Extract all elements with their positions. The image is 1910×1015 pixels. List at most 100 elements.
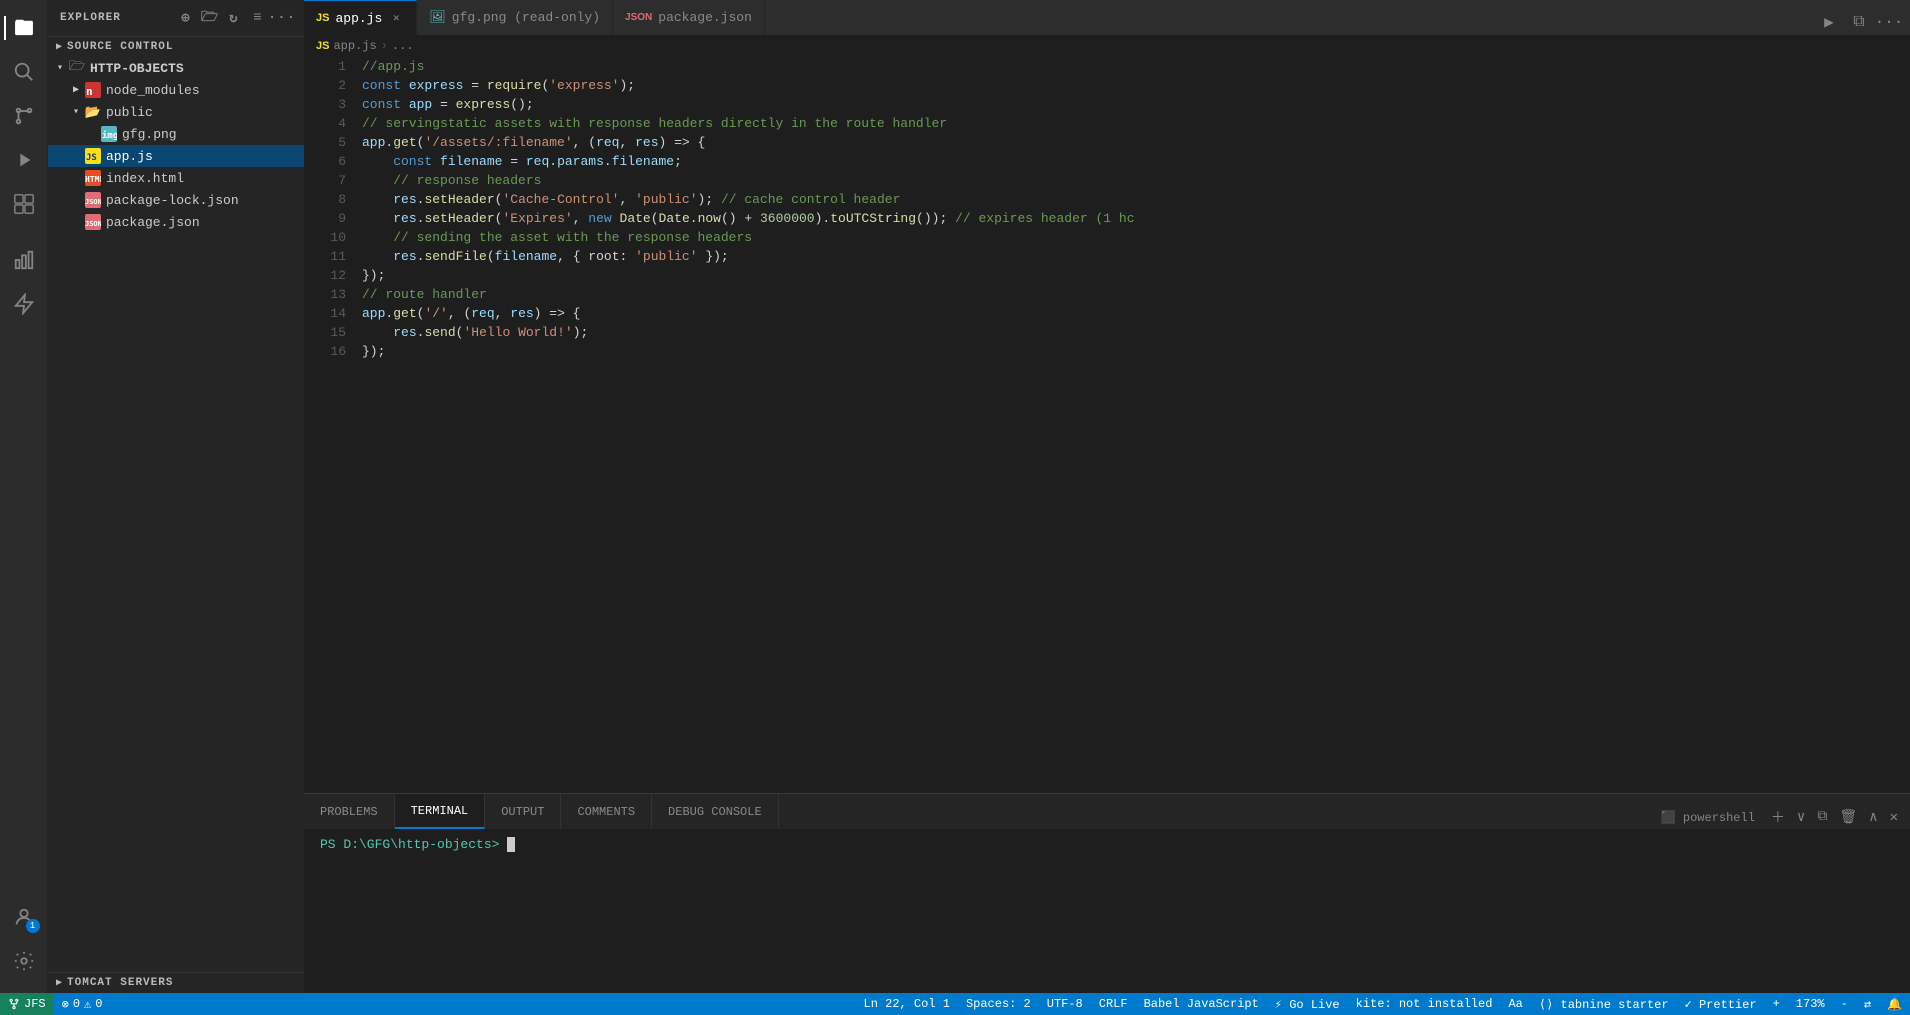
- line-num-1: 1: [304, 57, 346, 76]
- tree-arrow-node-modules: ▶: [68, 82, 84, 98]
- tree-item-index-html[interactable]: ▶ HTML index.html: [48, 167, 304, 189]
- add-terminal-btn[interactable]: ＋: [1767, 805, 1789, 829]
- kill-terminal-btn[interactable]: 🗑: [1835, 807, 1861, 828]
- code-line-4: // servingstatic assets with response he…: [362, 114, 1830, 133]
- tab-output[interactable]: OUTPUT: [485, 794, 561, 829]
- split-editor-button[interactable]: ⧉: [1846, 9, 1872, 35]
- status-position[interactable]: Ln 22, Col 1: [856, 993, 958, 1015]
- tab-label-app-js: app.js: [335, 11, 382, 26]
- status-bell[interactable]: 🔔: [1879, 993, 1910, 1015]
- status-minus[interactable]: -: [1833, 993, 1856, 1015]
- tomcat-header[interactable]: ▶ TOMCAT SERVERS: [48, 973, 304, 993]
- tab-comments[interactable]: COMMENTS: [561, 794, 652, 829]
- status-zoom[interactable]: 173%: [1788, 993, 1833, 1015]
- lightning-activity-icon[interactable]: [4, 284, 44, 324]
- editor-area: JS app.js ✕ 🖼 gfg.png (read-only) JSON p…: [304, 0, 1910, 993]
- search-activity-icon[interactable]: [4, 52, 44, 92]
- tree-label-node-modules: node_modules: [106, 83, 200, 98]
- tree-item-package-lock[interactable]: ▶ JSON package-lock.json: [48, 189, 304, 211]
- status-branch-name: JFS: [24, 997, 46, 1011]
- line-numbers: 12345678910111213141516: [304, 57, 354, 793]
- more-options-icon[interactable]: ···: [272, 8, 292, 28]
- tab-package-json[interactable]: JSON package.json: [613, 0, 765, 35]
- code-line-15: res.send('Hello World!');: [362, 323, 1830, 342]
- status-prettier[interactable]: ✓ Prettier: [1677, 993, 1765, 1015]
- svg-text:img: img: [102, 130, 117, 141]
- split-terminal-btn[interactable]: ⧉: [1813, 807, 1831, 827]
- run-activity-icon[interactable]: [4, 140, 44, 180]
- tree-item-node-modules[interactable]: ▶ n node_modules: [48, 79, 304, 101]
- tree-label-package-lock: package-lock.json: [106, 193, 239, 208]
- source-control-section: ▶ SOURCE CONTROL: [48, 36, 304, 57]
- run-button[interactable]: ▶: [1816, 9, 1842, 35]
- status-spaces[interactable]: Spaces: 2: [958, 993, 1039, 1015]
- tab-terminal[interactable]: TERMINAL: [395, 794, 486, 829]
- explorer-header: EXPLORER ⊕ 🗁 ↻ ≡ ···: [48, 0, 304, 36]
- code-line-12: });: [362, 266, 1830, 285]
- source-control-header[interactable]: ▶ SOURCE CONTROL: [48, 37, 304, 57]
- problems-label: PROBLEMS: [320, 805, 378, 819]
- code-content[interactable]: //app.jsconst express = require('express…: [354, 57, 1830, 793]
- tree-item-public[interactable]: ▾ 📂 public: [48, 101, 304, 123]
- tree-root-http-objects[interactable]: ▾ 🗁 HTTP-OBJECTS: [48, 57, 304, 79]
- charts-activity-icon[interactable]: [4, 240, 44, 280]
- line-num-12: 12: [304, 266, 346, 285]
- terminal-dropdown-btn[interactable]: ∨: [1793, 807, 1809, 828]
- status-line-ending[interactable]: CRLF: [1091, 993, 1136, 1015]
- terminal-cursor: [507, 837, 515, 852]
- code-line-3: const app = express();: [362, 95, 1830, 114]
- account-activity-icon[interactable]: 1: [4, 897, 44, 937]
- explorer-activity-icon[interactable]: [4, 8, 44, 48]
- line-num-8: 8: [304, 190, 346, 209]
- code-line-14: app.get('/', (req, res) => {: [362, 304, 1830, 323]
- tree-item-app-js[interactable]: ▶ JS app.js: [48, 145, 304, 167]
- terminal-panel: PROBLEMS TERMINAL OUTPUT COMMENTS DEBUG …: [304, 793, 1910, 993]
- status-remote[interactable]: ⇄: [1856, 993, 1879, 1015]
- source-control-activity-icon[interactable]: [4, 96, 44, 136]
- refresh-icon[interactable]: ↻: [224, 8, 244, 28]
- code-editor[interactable]: 12345678910111213141516 //app.jsconst ex…: [304, 57, 1910, 793]
- tree-item-package-json[interactable]: ▶ JSON package.json: [48, 211, 304, 233]
- tab-label-gfg-png: gfg.png (read-only): [452, 10, 600, 25]
- code-line-8: res.setHeader('Cache-Control', 'public')…: [362, 190, 1830, 209]
- file-tree: ▾ 🗁 HTTP-OBJECTS ▶ n node_modules ▾ 📂 pu…: [48, 57, 304, 972]
- status-plus[interactable]: +: [1765, 993, 1788, 1015]
- tab-problems[interactable]: PROBLEMS: [304, 794, 395, 829]
- breadcrumb-rest[interactable]: ...: [392, 39, 414, 53]
- status-language[interactable]: Babel JavaScript: [1136, 993, 1267, 1015]
- breadcrumb-sep: ›: [381, 39, 388, 53]
- close-panel-btn[interactable]: ✕: [1886, 807, 1902, 828]
- tomcat-arrow: ▶: [56, 977, 63, 989]
- new-file-icon[interactable]: ⊕: [176, 8, 196, 28]
- tree-label-public: public: [106, 105, 153, 120]
- folder-open-icon: 📂: [84, 103, 102, 121]
- svg-text:JS: JS: [86, 153, 97, 163]
- terminal-content[interactable]: PS D:\GFG\http-objects>: [304, 829, 1910, 993]
- status-kite[interactable]: kite: not installed: [1348, 993, 1501, 1015]
- more-actions-button[interactable]: ···: [1876, 9, 1902, 35]
- status-tabnine[interactable]: ⟨⟩ tabnine starter: [1531, 993, 1677, 1015]
- tab-debug-console[interactable]: DEBUG CONSOLE: [652, 794, 779, 829]
- status-go-live[interactable]: ⚡ Go Live: [1267, 993, 1348, 1015]
- tab-close-app-js[interactable]: ✕: [388, 10, 404, 26]
- status-git-branch[interactable]: JFS: [0, 993, 54, 1015]
- status-errors[interactable]: ⊗ 0 ⚠ 0: [54, 993, 111, 1015]
- collapse-all-icon[interactable]: ≡: [248, 8, 268, 28]
- tree-label-package-json: package.json: [106, 215, 200, 230]
- settings-activity-icon[interactable]: [4, 941, 44, 981]
- status-encoding[interactable]: UTF-8: [1039, 993, 1091, 1015]
- tree-item-gfg-png[interactable]: ▶ img gfg.png: [48, 123, 304, 145]
- tab-json-icon: JSON: [625, 12, 652, 23]
- svg-text:JSON: JSON: [85, 220, 101, 228]
- folder-icon: 🗁: [68, 59, 86, 77]
- tab-gfg-png[interactable]: 🖼 gfg.png (read-only): [417, 0, 613, 35]
- tab-app-js[interactable]: JS app.js ✕: [304, 0, 417, 35]
- new-folder-icon[interactable]: 🗁: [200, 8, 220, 28]
- status-text-size[interactable]: Aa: [1500, 993, 1530, 1015]
- breadcrumb-filename[interactable]: app.js: [333, 39, 376, 53]
- maximize-panel-btn[interactable]: ∧: [1865, 807, 1881, 828]
- line-num-6: 6: [304, 152, 346, 171]
- extensions-activity-icon[interactable]: [4, 184, 44, 224]
- terminal-icon: ⬛: [1661, 811, 1676, 825]
- code-line-7: // response headers: [362, 171, 1830, 190]
